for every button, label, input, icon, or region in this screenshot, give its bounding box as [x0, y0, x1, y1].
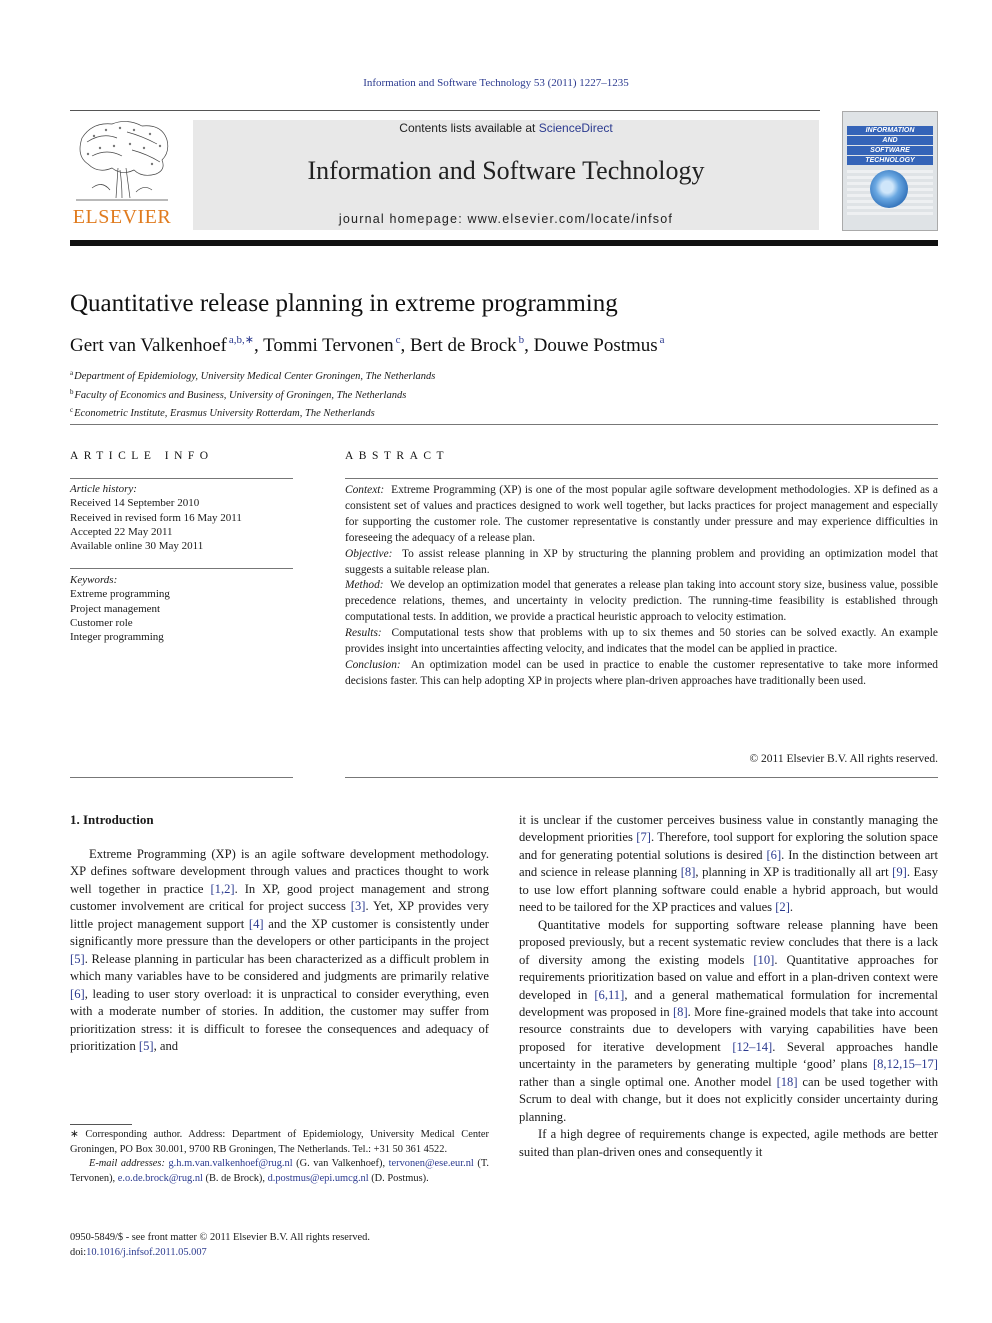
article-history: Article history: Received 14 September 2… [70, 482, 293, 553]
contents-prefix: Contents lists available at [399, 121, 539, 135]
history-label: Article history: [70, 483, 137, 495]
corresponding-author-note: ∗ Corresponding author. Address: Departm… [70, 1129, 489, 1155]
abstract-body: Context: Extreme Programming (XP) is one… [345, 483, 938, 690]
body-column-right: it is unclear if the customer perceives … [519, 812, 938, 1161]
abstract-heading: ABSTRACT [345, 450, 450, 462]
citation-link[interactable]: [18] [777, 1075, 798, 1089]
author[interactable]: Bert de Brock b [410, 334, 524, 356]
body-text: , leading to user story overload: it is … [70, 986, 489, 1053]
affiliation: cEconometric Institute, Erasmus Universi… [70, 406, 375, 419]
abstract-copyright: © 2011 Elsevier B.V. All rights reserved… [749, 753, 938, 765]
citation-link[interactable]: [8] [681, 865, 696, 879]
elsevier-tree-icon [76, 121, 169, 201]
history-entry: Available online 30 May 2011 [70, 540, 204, 553]
author[interactable]: Tommi Tervonen c [263, 334, 400, 356]
body-text: . Release planning in particular has bee… [70, 951, 489, 984]
citation-link[interactable]: [2] [775, 900, 790, 914]
author-list: Gert van Valkenhoef a,b,∗, Tommi Tervonen… [70, 334, 665, 356]
email-link[interactable]: d.postmus@epi.umcg.nl [268, 1173, 369, 1184]
divider [70, 424, 938, 425]
cover-band: AND [847, 136, 933, 145]
citation-link[interactable]: [1,2] [210, 882, 234, 896]
citation-link[interactable]: [8] [673, 1005, 688, 1019]
article-title: Quantitative release planning in extreme… [70, 290, 618, 317]
citation-link[interactable]: [4] [249, 917, 264, 931]
abstract-section: Objective: To assist release planning in… [345, 547, 938, 576]
keywords: Keywords: Extreme programming Project ma… [70, 573, 293, 644]
author[interactable]: Gert van Valkenhoef a,b,∗ [70, 334, 254, 356]
cover-band: INFORMATION [847, 126, 933, 135]
footnote-rule [70, 1124, 132, 1125]
body-text: , and [153, 1038, 179, 1053]
affiliation: aDepartment of Epidemiology, University … [70, 369, 436, 382]
body-paragraph: Quantitative models for supporting softw… [519, 917, 938, 1126]
keyword: Extreme programming [70, 588, 170, 601]
email-link[interactable]: tervonen@ese.eur.nl [389, 1158, 474, 1169]
header-top-rule [70, 110, 820, 111]
abstract-section: Results: Computational tests show that p… [345, 627, 938, 656]
email-link[interactable]: g.h.m.van.valkenhoef@rug.nl [168, 1158, 292, 1169]
citation-link[interactable]: [12–14] [732, 1040, 772, 1054]
journal-title: Information and Software Technology [307, 156, 705, 185]
citation-link[interactable]: [3] [351, 899, 366, 913]
keyword: Customer role [70, 616, 133, 629]
cover-globe-icon [870, 170, 908, 208]
affiliations: aDepartment of Epidemiology, University … [70, 366, 435, 422]
publisher-logo[interactable]: ELSEVIER [70, 118, 174, 230]
email-addresses: E-mail addresses: g.h.m.van.valkenhoef@r… [70, 1158, 489, 1184]
email-link[interactable]: e.o.de.brock@rug.nl [118, 1173, 203, 1184]
body-paragraph: it is unclear if the customer perceives … [519, 812, 938, 917]
body-text: , planning in XP is traditionally all ar… [695, 865, 893, 880]
article-info-heading: ARTICLE INFO [70, 450, 214, 462]
abstract-section: Method: We develop an optimization model… [345, 579, 938, 624]
author[interactable]: Douwe Postmus a [534, 334, 665, 356]
divider [70, 568, 293, 569]
affiliation: bFaculty of Economics and Business, Univ… [70, 387, 407, 401]
sciencedirect-link[interactable]: ScienceDirect [539, 121, 613, 135]
front-matter: 0950-5849/$ - see front matter © 2011 El… [70, 1231, 370, 1260]
journal-banner: Contents lists available at ScienceDirec… [193, 120, 819, 230]
header-thick-rule [70, 240, 938, 246]
body-paragraph: If a high degree of requirements change … [519, 1126, 938, 1161]
body-column-left: Extreme Programming (XP) is an agile sof… [70, 846, 489, 1055]
divider [70, 478, 293, 479]
cover-band: SOFTWARE [847, 146, 933, 155]
footnotes: ∗ Corresponding author. Address: Departm… [70, 1128, 489, 1186]
citation-link[interactable]: [10] [753, 953, 774, 967]
contents-line: Contents lists available at ScienceDirec… [193, 121, 819, 135]
history-entry: Received 14 September 2010 [70, 497, 200, 510]
citation-link[interactable]: [7] [636, 830, 651, 844]
keyword: Integer programming [70, 631, 164, 644]
cover-band: TECHNOLOGY [847, 156, 933, 165]
divider [345, 478, 938, 479]
journal-cover-thumbnail[interactable]: INFORMATION AND SOFTWARE TECHNOLOGY [842, 111, 938, 231]
citation-link[interactable]: [6] [70, 987, 85, 1001]
issn-line: 0950-5849/$ - see front matter © 2011 El… [70, 1232, 370, 1243]
body-text: . [789, 900, 794, 915]
citation-link[interactable]: [6] [766, 848, 781, 862]
abstract-section: Context: Extreme Programming (XP) is one… [345, 484, 938, 544]
citation-link[interactable]: [8,12,15–17] [873, 1057, 938, 1071]
keyword: Project management [70, 602, 161, 615]
divider [345, 777, 938, 778]
publisher-name: ELSEVIER [72, 206, 172, 228]
history-entry: Accepted 22 May 2011 [70, 525, 173, 538]
journal-homepage[interactable]: journal homepage: www.elsevier.com/locat… [193, 212, 819, 226]
citation-link[interactable]: [5] [139, 1039, 154, 1053]
journal-reference[interactable]: Information and Software Technology 53 (… [0, 77, 992, 89]
citation-link[interactable]: [9] [892, 865, 907, 879]
section-heading: 1. Introduction [70, 812, 154, 827]
citation-link[interactable]: [6,11] [594, 988, 624, 1002]
body-paragraph: Extreme Programming (XP) is an agile sof… [70, 846, 489, 1055]
body-text: rather than a single optimal one. Anothe… [519, 1074, 777, 1089]
divider [70, 777, 293, 778]
body-text: If a high degree of requirements change … [519, 1127, 938, 1159]
abstract-section: Conclusion: An optimization model can be… [345, 658, 938, 687]
doi-line: doi:10.1016/j.infsof.2011.05.007 [70, 1246, 207, 1258]
history-entry: Received in revised form 16 May 2011 [70, 511, 242, 524]
keywords-label: Keywords: [70, 574, 118, 586]
doi-link[interactable]: 10.1016/j.infsof.2011.05.007 [86, 1247, 207, 1258]
citation-link[interactable]: [5] [70, 952, 85, 966]
